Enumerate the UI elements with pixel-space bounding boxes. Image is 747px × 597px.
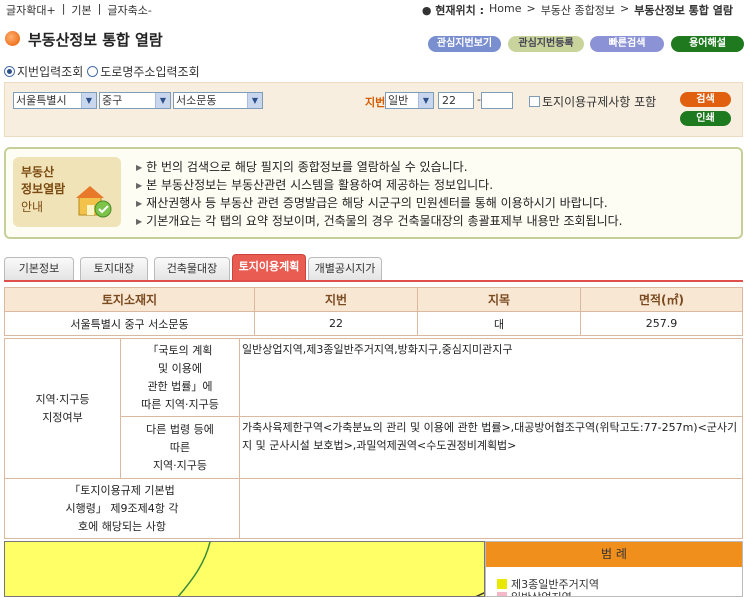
info-guide-box: 부동산 정보열람 안내 한 번의 검색으로 해당 필지의 종합정보를 열람하실 … xyxy=(4,147,743,239)
guide-badge: 부동산 정보열람 안내 xyxy=(13,157,121,227)
breadcrumb-category[interactable]: 부동산 종합정보 xyxy=(541,2,615,18)
title-bullet-icon xyxy=(5,31,20,46)
bonbun-input[interactable]: 22 xyxy=(438,92,474,109)
guide-badge-line: 안내 xyxy=(21,200,44,214)
separator: | xyxy=(61,2,66,15)
separator: | xyxy=(97,2,102,15)
jibun-label: 지번 xyxy=(365,96,386,109)
table-row: 서울특별시 중구 서소문동 22 대 257.9 xyxy=(4,311,743,336)
chevron-down-icon[interactable]: ▼ xyxy=(155,93,170,108)
breadcrumb-home[interactable]: Home xyxy=(489,2,521,18)
chevron-down-icon[interactable]: ▼ xyxy=(418,93,433,108)
dong-select[interactable]: 서소문동 ▼ xyxy=(173,92,263,109)
table-row: 「토지이용규제 기본법 시행령」 제9조제4항 각 호에 해당되는 사항 xyxy=(4,478,743,539)
bubun-input[interactable] xyxy=(481,92,513,109)
font-default-link[interactable]: 기본 xyxy=(71,2,91,18)
sido-select[interactable]: 서울특별시 ▼ xyxy=(13,92,97,109)
breadcrumb: ● 현재위치 : Home > 부동산 종합정보 > 부동산정보 통합 열람 xyxy=(422,2,733,18)
tab-land-use-plan[interactable]: 토지이용계획 xyxy=(232,254,306,280)
radio-unselected-icon[interactable] xyxy=(87,66,99,77)
tab-building-register[interactable]: 건축물대장 xyxy=(154,257,230,280)
breadcrumb-current: 부동산정보 통합 열람 xyxy=(634,4,733,17)
column-header: 지목 xyxy=(417,287,581,312)
tab-land-register[interactable]: 토지대장 xyxy=(80,257,148,280)
land-summary-table: 토지소재지 지번 지목 면적(㎡) 서울특별시 중구 서소문동 22 대 257… xyxy=(4,287,743,336)
title-row: 부동산정보 통합 열람 관심지번보기 관심지번등록 빠른검색 용어해설 xyxy=(0,26,747,56)
font-larger-link[interactable]: 글자확대+ xyxy=(6,2,56,18)
national-law-value: 일반상업지역,제3종일반주거지역,방화지구,중심지미관지구 xyxy=(239,338,743,417)
column-header: 토지소재지 xyxy=(4,287,255,312)
guide-item: 재산권행사 등 부동산 관련 증명발급은 해당 시군구의 민원센터를 통해 이용… xyxy=(136,194,623,212)
glossary-button[interactable]: 용어해설 xyxy=(671,36,744,52)
include-land-use-label: 토지이용규제사항 포함 xyxy=(542,95,657,109)
search-button[interactable]: 검색 xyxy=(680,92,731,107)
table-cell: 대 xyxy=(417,311,581,336)
font-smaller-link[interactable]: 글자축소- xyxy=(107,2,151,18)
guide-item: 기본개요는 각 탭의 요약 정보이며, 건축물의 경우 건축물대장의 총괄표제부… xyxy=(136,212,622,230)
table-cell: 257.9 xyxy=(580,311,743,336)
map-boundary-lines xyxy=(177,542,484,596)
column-header: 면적(㎡) xyxy=(580,287,743,312)
breadcrumb-separator: > xyxy=(526,2,536,15)
table-cell: 서울특별시 중구 서소문동 xyxy=(4,311,255,336)
guide-badge-line: 정보열람 xyxy=(21,182,66,196)
radio-selected-icon[interactable] xyxy=(4,66,15,77)
search-mode-group: 지번입력조회 도로명주소입력조회 xyxy=(4,63,200,80)
mode-jibun-option[interactable]: 지번입력조회 xyxy=(4,63,83,80)
sigungu-value: 중구 xyxy=(102,94,123,107)
page-title: 부동산정보 통합 열람 xyxy=(28,31,163,49)
chevron-down-icon[interactable]: ▼ xyxy=(247,93,262,108)
sigungu-select[interactable]: 중구 ▼ xyxy=(99,92,171,109)
table-row: 지역·지구등 지정여부 「국토의 계획 및 이용에 관한 법률」에 따른 지역·… xyxy=(4,338,743,479)
zone-detail-table: 지역·지구등 지정여부 「국토의 계획 및 이용에 관한 법률」에 따른 지역·… xyxy=(4,338,743,539)
legend-swatch xyxy=(497,592,507,596)
mode-jibun-label: 지번입력조회 xyxy=(17,65,84,79)
guide-item: 본 부동산정보는 부동산관련 시스템을 활용하여 제공하는 정보입니다. xyxy=(136,176,623,194)
print-button[interactable]: 인쇄 xyxy=(680,111,731,126)
mode-road-label: 도로명주소입력조회 xyxy=(100,65,200,79)
interest-register-button[interactable]: 관심지번등록 xyxy=(508,36,584,52)
table-cell: 22 xyxy=(254,311,418,336)
framework-act-value xyxy=(239,478,743,539)
jibun-type-value: 일반 xyxy=(388,94,409,107)
framework-act-label: 「토지이용규제 기본법 시행령」 제9조제4항 각 호에 해당되는 사항 xyxy=(4,478,240,539)
tab-basic-info[interactable]: 기본정보 xyxy=(4,257,74,280)
search-panel: 서울특별시 ▼ 중구 ▼ 서소문동 ▼ 지번 일반 ▼ 22 - 토지이용규제사… xyxy=(4,82,743,137)
national-law-label: 「국토의 계획 및 이용에 관한 법률」에 따른 지역·지구등 xyxy=(120,338,240,417)
zone-designation-label: 지역·지구등 지정여부 xyxy=(4,338,121,479)
legend-item: 일반상업지역 xyxy=(497,589,572,596)
info-tabs: 기본정보 토지대장 건축물대장 토지이용계획 개별공시지가 xyxy=(4,254,743,282)
tab-official-land-price[interactable]: 개별공시지가 xyxy=(308,257,382,280)
column-header: 지번 xyxy=(254,287,418,312)
breadcrumb-separator: > xyxy=(620,2,630,15)
house-info-icon xyxy=(76,186,112,218)
legend-title: 범 례 xyxy=(486,542,742,567)
quick-search-button[interactable]: 빠른검색 xyxy=(590,36,664,52)
table-header-row: 토지소재지 지번 지목 면적(㎡) xyxy=(4,287,743,312)
guide-item: 한 번의 검색으로 해당 필지의 종합정보를 열람하실 수 있습니다. xyxy=(136,158,623,176)
sido-value: 서울특별시 xyxy=(16,94,67,107)
location-label: ● 현재위치 : xyxy=(421,4,484,17)
chevron-down-icon[interactable]: ▼ xyxy=(81,93,96,108)
top-utility-bar: 글자확대+ | 기본 | 글자축소- ● 현재위치 : Home > 부동산 종… xyxy=(0,0,747,20)
mode-road-option[interactable]: 도로명주소입력조회 xyxy=(87,63,200,80)
map-legend: 범 례 제3종일반주거지역 일반상업지역 xyxy=(485,541,743,597)
guide-badge-line: 부동산 xyxy=(21,165,55,179)
font-size-controls: 글자확대+ | 기본 | 글자축소- xyxy=(6,2,152,18)
legend-label: 일반상업지역 xyxy=(511,589,572,596)
other-law-value: 가축사육제한구역<가축분뇨의 관리 및 이용에 관한 법률>,대공방어협조구역(… xyxy=(239,416,743,479)
include-land-use-option[interactable]: 토지이용규제사항 포함 xyxy=(529,93,656,110)
dong-value: 서소문동 xyxy=(176,94,217,107)
checkbox-icon[interactable] xyxy=(529,96,540,107)
land-use-map[interactable] xyxy=(4,541,485,597)
legend-swatch xyxy=(497,579,507,589)
guide-list: 한 번의 검색으로 해당 필지의 종합정보를 열람하실 수 있습니다. 본 부동… xyxy=(136,158,623,230)
interest-view-button[interactable]: 관심지번보기 xyxy=(428,36,501,52)
other-law-label: 다른 법령 등에 따른 지역·지구등 xyxy=(120,416,240,479)
jibun-type-select[interactable]: 일반 ▼ xyxy=(385,92,434,109)
